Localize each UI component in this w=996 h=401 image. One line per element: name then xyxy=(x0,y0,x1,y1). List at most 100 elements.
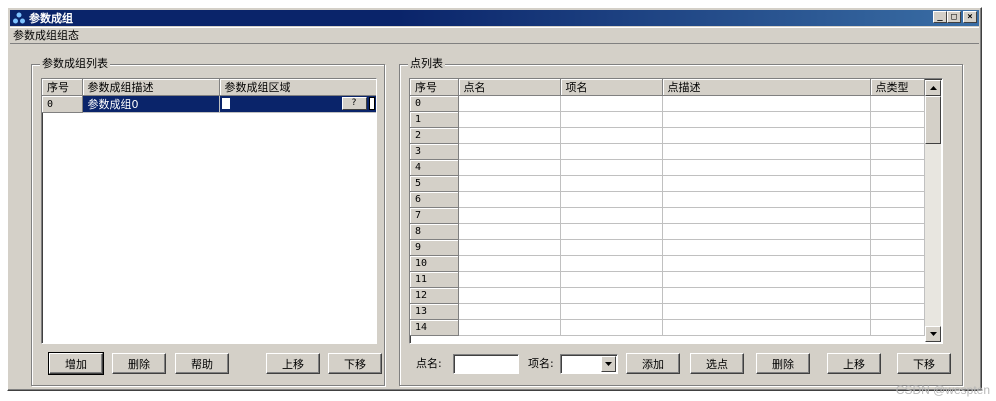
table-row[interactable]: 4 xyxy=(410,159,925,176)
point-type-cell[interactable] xyxy=(870,111,925,128)
table-row[interactable]: 12 xyxy=(410,287,925,304)
row-index[interactable]: 4 xyxy=(410,159,459,176)
col-header-item-name[interactable]: 项名 xyxy=(560,79,663,96)
row-index[interactable]: 0 xyxy=(410,95,459,112)
item-name-cell[interactable] xyxy=(560,95,663,112)
minimize-icon[interactable]: _ xyxy=(933,11,947,23)
point-desc-cell[interactable] xyxy=(662,143,871,160)
row-index[interactable]: 3 xyxy=(410,143,459,160)
delete-group-button[interactable]: 删除 xyxy=(112,353,166,374)
row-index[interactable]: 6 xyxy=(410,191,459,208)
move-down-point-button[interactable]: 下移 xyxy=(897,353,951,374)
point-name-cell[interactable] xyxy=(458,319,561,336)
table-row[interactable]: 3 xyxy=(410,143,925,160)
row-index[interactable]: 0 xyxy=(42,95,83,113)
point-name-cell[interactable] xyxy=(458,111,561,128)
point-desc-cell[interactable] xyxy=(662,319,871,336)
move-up-group-button[interactable]: 上移 xyxy=(266,353,320,374)
col-header-area[interactable]: 参数成组区域 xyxy=(219,79,376,96)
col-header-point-desc[interactable]: 点描述 xyxy=(662,79,871,96)
title-bar[interactable]: 参数成组 _ □ × xyxy=(10,10,979,26)
point-table[interactable]: 序号 点名 项名 点描述 点类型 0 1 2 3 4 5 6 7 8 9 10 11 12 13 14 xyxy=(409,78,943,344)
row-index[interactable]: 12 xyxy=(410,287,459,304)
table-row[interactable]: 10 xyxy=(410,255,925,272)
point-type-cell[interactable] xyxy=(870,319,925,336)
add-point-button[interactable]: 添加 xyxy=(626,353,680,374)
point-desc-cell[interactable] xyxy=(662,127,871,144)
item-name-cell[interactable] xyxy=(560,271,663,288)
item-name-cell[interactable] xyxy=(560,287,663,304)
table-row[interactable]: 8 xyxy=(410,223,925,240)
point-type-cell[interactable] xyxy=(870,127,925,144)
row-index[interactable]: 7 xyxy=(410,207,459,224)
item-name-select[interactable] xyxy=(560,354,618,374)
item-name-cell[interactable] xyxy=(560,143,663,160)
table-row[interactable]: 0 xyxy=(410,95,925,112)
row-index[interactable]: 9 xyxy=(410,239,459,256)
point-desc-cell[interactable] xyxy=(662,239,871,256)
row-index[interactable]: 5 xyxy=(410,175,459,192)
point-name-cell[interactable] xyxy=(458,207,561,224)
point-table-scrollbar[interactable] xyxy=(925,80,941,342)
point-type-cell[interactable] xyxy=(870,223,925,240)
table-row[interactable]: 2 xyxy=(410,127,925,144)
point-desc-cell[interactable] xyxy=(662,175,871,192)
tab-param-group-config[interactable]: 参数成组组态 xyxy=(10,27,979,44)
point-desc-cell[interactable] xyxy=(662,95,871,112)
item-name-cell[interactable] xyxy=(560,191,663,208)
item-name-cell[interactable] xyxy=(560,159,663,176)
select-point-button[interactable]: 选点 xyxy=(690,353,744,374)
point-type-cell[interactable] xyxy=(870,255,925,272)
point-type-cell[interactable] xyxy=(870,303,925,320)
point-desc-cell[interactable] xyxy=(662,159,871,176)
table-row[interactable]: 7 xyxy=(410,207,925,224)
item-name-cell[interactable] xyxy=(560,127,663,144)
item-name-cell[interactable] xyxy=(560,319,663,336)
point-desc-cell[interactable] xyxy=(662,191,871,208)
item-name-cell[interactable] xyxy=(560,303,663,320)
table-row[interactable]: 1 xyxy=(410,111,925,128)
point-type-cell[interactable] xyxy=(870,191,925,208)
point-type-cell[interactable] xyxy=(870,159,925,176)
close-icon[interactable]: × xyxy=(963,11,977,23)
point-name-cell[interactable] xyxy=(458,159,561,176)
point-type-cell[interactable] xyxy=(870,287,925,304)
table-row[interactable]: 9 xyxy=(410,239,925,256)
item-name-cell[interactable] xyxy=(560,111,663,128)
col-header-point-name[interactable]: 点名 xyxy=(458,79,561,96)
chevron-down-icon[interactable] xyxy=(601,356,616,372)
row-index[interactable]: 11 xyxy=(410,271,459,288)
col-header-desc[interactable]: 参数成组描述 xyxy=(82,79,220,96)
point-type-cell[interactable] xyxy=(870,239,925,256)
delete-point-button[interactable]: 删除 xyxy=(756,353,810,374)
col-header-index[interactable]: 序号 xyxy=(410,79,459,96)
table-row[interactable]: 14 xyxy=(410,319,925,336)
point-name-cell[interactable] xyxy=(458,303,561,320)
point-desc-cell[interactable] xyxy=(662,271,871,288)
table-row[interactable]: 6 xyxy=(410,191,925,208)
point-name-cell[interactable] xyxy=(458,143,561,160)
point-type-cell[interactable] xyxy=(870,271,925,288)
item-name-cell[interactable] xyxy=(560,255,663,272)
area-edit-box[interactable] xyxy=(221,98,230,109)
point-desc-cell[interactable] xyxy=(662,111,871,128)
item-name-cell[interactable] xyxy=(560,239,663,256)
point-desc-cell[interactable] xyxy=(662,303,871,320)
col-header-index[interactable]: 序号 xyxy=(42,79,83,96)
point-type-cell[interactable] xyxy=(870,175,925,192)
point-name-cell[interactable] xyxy=(458,239,561,256)
point-desc-cell[interactable] xyxy=(662,207,871,224)
add-group-button[interactable]: 增加 xyxy=(48,352,104,375)
row-desc-cell[interactable]: 参数成组0 xyxy=(82,95,220,113)
item-name-cell[interactable] xyxy=(560,223,663,240)
row-index[interactable]: 10 xyxy=(410,255,459,272)
point-type-cell[interactable] xyxy=(870,143,925,160)
row-index[interactable]: 14 xyxy=(410,319,459,336)
area-browse-button[interactable]: ? xyxy=(341,97,367,110)
scroll-thumb[interactable] xyxy=(925,96,941,144)
table-row[interactable]: 13 xyxy=(410,303,925,320)
table-row[interactable]: 11 xyxy=(410,271,925,288)
row-index[interactable]: 1 xyxy=(410,111,459,128)
point-type-cell[interactable] xyxy=(870,207,925,224)
param-group-table[interactable]: 序号 参数成组描述 参数成组区域 0 参数成组0 ? xyxy=(41,78,377,344)
